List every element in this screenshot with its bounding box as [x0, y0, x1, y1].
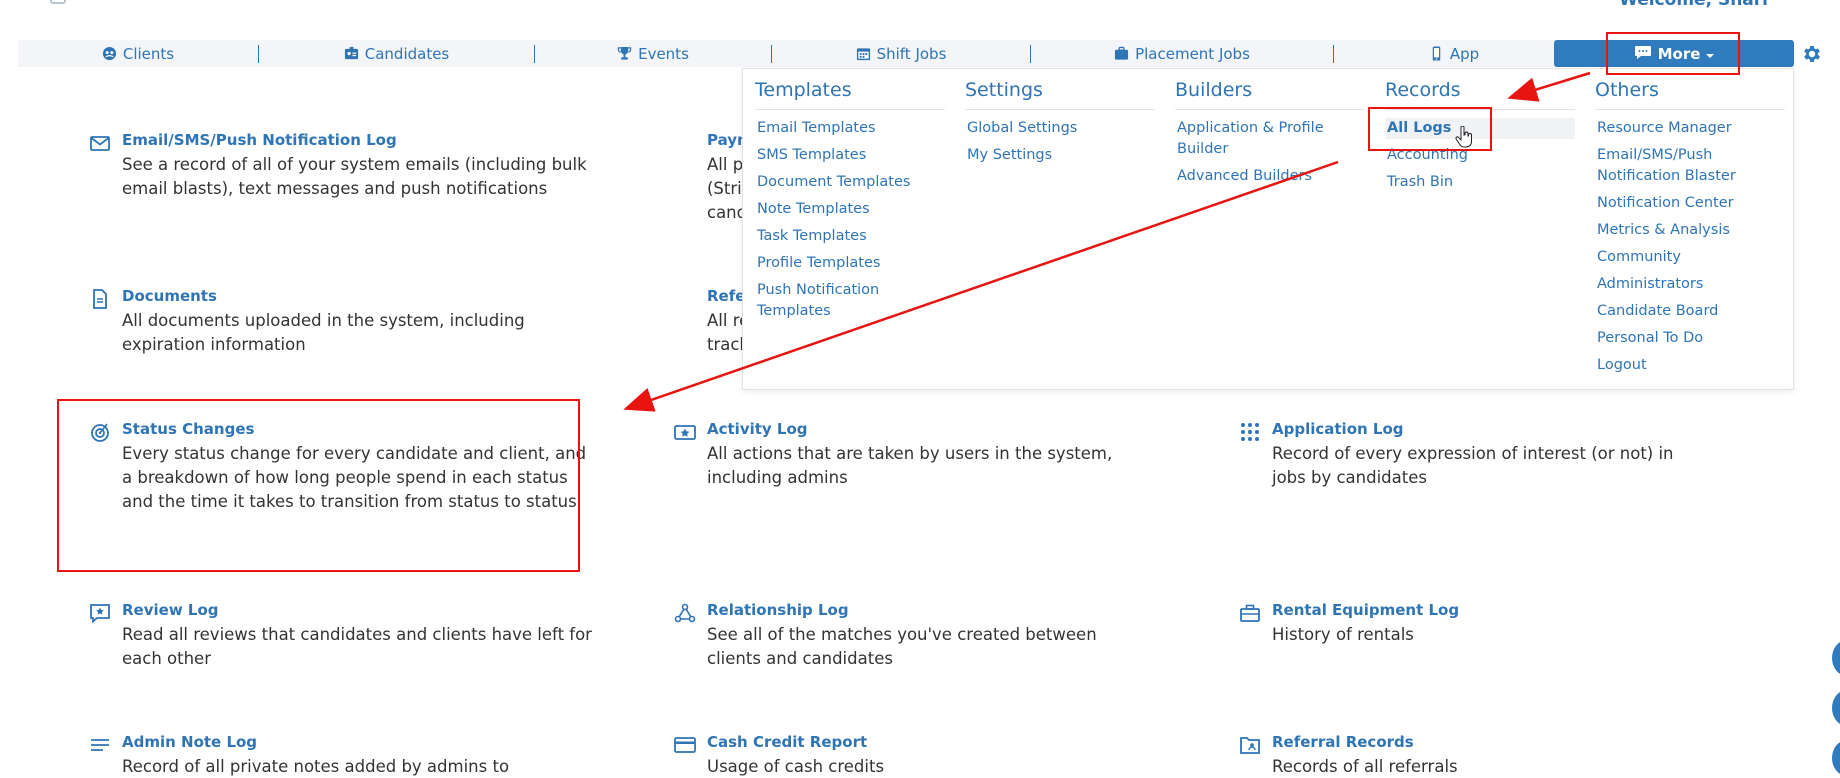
log-item-admin-note-log: Admin Note Log Record of all private not…: [91, 733, 592, 778]
menu-link-advanced-builders[interactable]: Advanced Builders: [1175, 166, 1365, 187]
log-item-review-log: Review Log Read all reviews that candida…: [90, 601, 592, 671]
menu-link-candidate-board[interactable]: Candidate Board: [1595, 301, 1785, 322]
gear-icon[interactable]: [1801, 43, 1823, 65]
star-comment-icon: [89, 602, 111, 624]
menu-link-application-profile-builder[interactable]: Application & Profile Builder: [1175, 118, 1335, 160]
log-title[interactable]: Documents: [122, 287, 592, 305]
envelope-icon: [89, 132, 111, 154]
dropdown-column-settings: Settings Global Settings My Settings: [965, 79, 1155, 172]
column-heading: Templates: [755, 79, 945, 110]
menu-link-notification-blaster[interactable]: Email/SMS/Push Notification Blaster: [1595, 145, 1745, 187]
floating-action-button[interactable]: [1832, 690, 1840, 726]
log-desc: All actions that are taken by users in t…: [707, 444, 1113, 487]
menu-link-logout[interactable]: Logout: [1595, 355, 1785, 376]
log-item-rental-equipment: Rental Equipment Log History of rentals: [1240, 601, 1712, 647]
log-item-documents: Documents All documents uploaded in the …: [93, 287, 592, 357]
annotation-box-all-logs: [1368, 107, 1492, 151]
log-title[interactable]: Email/SMS/Push Notification Log: [122, 131, 592, 149]
log-item-relationship-log: Relationship Log See all of the matches …: [674, 601, 1127, 671]
menu-link-document-templates[interactable]: Document Templates: [755, 172, 945, 193]
log-desc: See all of the matches you've created be…: [707, 625, 1097, 668]
log-title[interactable]: Activity Log: [707, 420, 1127, 438]
log-title[interactable]: Refer: [707, 287, 743, 305]
log-title[interactable]: Application Log: [1272, 420, 1712, 438]
dropdown-column-templates: Templates Email Templates SMS Templates …: [755, 79, 945, 328]
log-desc: Record of all private notes added by adm…: [122, 757, 510, 776]
nav-placement-jobs[interactable]: Placement Jobs: [1031, 40, 1333, 67]
trophy-icon: [617, 46, 632, 61]
menu-link-resource-manager[interactable]: Resource Manager: [1595, 118, 1785, 139]
clients-icon: [102, 46, 117, 61]
log-title[interactable]: Admin Note Log: [122, 733, 592, 751]
log-title[interactable]: Review Log: [122, 601, 592, 619]
log-desc: All documents uploaded in the system, in…: [122, 311, 525, 354]
nav-clients[interactable]: Clients: [18, 40, 258, 67]
document-icon: [89, 288, 111, 310]
credit-card-icon: [674, 734, 696, 756]
log-desc: See a record of all of your system email…: [122, 155, 587, 198]
log-item-email-sms: Email/SMS/Push Notification Log See a re…: [90, 131, 592, 201]
network-icon: [674, 602, 696, 624]
log-desc: Record of every expression of interest (…: [1272, 444, 1674, 487]
menu-link-push-templates[interactable]: Push Notification Templates: [755, 280, 885, 322]
menu-link-trash-bin[interactable]: Trash Bin: [1385, 172, 1575, 193]
menu-link-personal-todo[interactable]: Personal To Do: [1595, 328, 1785, 349]
grid-dots-icon: [1239, 421, 1261, 443]
menu-link-email-templates[interactable]: Email Templates: [755, 118, 945, 139]
log-title[interactable]: Referral Records: [1272, 733, 1712, 751]
mobile-icon: [1429, 46, 1444, 61]
log-desc: Read all reviews that candidates and cli…: [122, 625, 592, 668]
menu-link-community[interactable]: Community: [1595, 247, 1785, 268]
log-item-referrals: Refer All re track: [707, 287, 743, 357]
column-heading: Others: [1595, 79, 1785, 110]
menu-link-administrators[interactable]: Administrators: [1595, 274, 1785, 295]
nav-shift-jobs[interactable]: Shift Jobs: [772, 40, 1030, 67]
main-nav: Clients Candidates Events Shift Jobs Pla…: [18, 40, 1788, 67]
candidates-icon: [344, 46, 359, 61]
log-item-cash-credit: Cash Credit Report Usage of cash credits: [674, 733, 1127, 778]
log-item-payments: Paym All po (Strip cand: [707, 131, 747, 225]
log-item-referral-records: Referral Records Records of all referral…: [1240, 733, 1712, 778]
menu-link-task-templates[interactable]: Task Templates: [755, 226, 945, 247]
floating-action-button[interactable]: [1832, 640, 1840, 676]
folder-user-icon: [1239, 734, 1261, 756]
log-desc: History of rentals: [1272, 625, 1414, 644]
log-desc: All po (Strip cand: [707, 155, 747, 222]
welcome-text[interactable]: Welcome, Shari: [1619, 0, 1768, 10]
menu-link-global-settings[interactable]: Global Settings: [965, 118, 1155, 139]
log-title[interactable]: Paym: [707, 131, 747, 149]
lines-icon: [89, 734, 111, 756]
menu-link-sms-templates[interactable]: SMS Templates: [755, 145, 945, 166]
dropdown-column-others: Others Resource Manager Email/SMS/Push N…: [1595, 79, 1785, 382]
column-heading: Builders: [1175, 79, 1365, 110]
annotation-box-more: [1606, 32, 1740, 75]
briefcase-icon: [1114, 46, 1129, 61]
menu-link-metrics-analysis[interactable]: Metrics & Analysis: [1595, 220, 1785, 241]
log-desc: Records of all referrals: [1272, 757, 1458, 776]
column-heading: Settings: [965, 79, 1155, 110]
calendar-icon: [856, 46, 871, 61]
log-desc: All re track: [707, 311, 743, 354]
nav-events[interactable]: Events: [535, 40, 771, 67]
menu-link-note-templates[interactable]: Note Templates: [755, 199, 945, 220]
menu-link-my-settings[interactable]: My Settings: [965, 145, 1155, 166]
nav-app[interactable]: App: [1334, 40, 1574, 67]
header-partial-icon: [50, 0, 66, 4]
more-dropdown-menu: Templates Email Templates SMS Templates …: [742, 68, 1794, 390]
log-item-application-log: Application Log Record of every expressi…: [1241, 420, 1712, 490]
menu-link-profile-templates[interactable]: Profile Templates: [755, 253, 945, 274]
floating-action-button[interactable]: [1832, 740, 1840, 776]
log-title[interactable]: Cash Credit Report: [707, 733, 1127, 751]
log-item-activity-log: Activity Log All actions that are taken …: [674, 420, 1127, 490]
log-title[interactable]: Relationship Log: [707, 601, 1127, 619]
star-ticket-icon: [674, 421, 696, 443]
toolbox-icon: [1239, 602, 1261, 624]
annotation-box-status-changes: [57, 399, 580, 572]
log-desc: Usage of cash credits: [707, 757, 885, 776]
column-heading: Records: [1385, 79, 1575, 110]
nav-candidates[interactable]: Candidates: [259, 40, 534, 67]
log-title[interactable]: Rental Equipment Log: [1272, 601, 1712, 619]
menu-link-notification-center[interactable]: Notification Center: [1595, 193, 1785, 214]
dropdown-column-builders: Builders Application & Profile Builder A…: [1175, 79, 1365, 193]
